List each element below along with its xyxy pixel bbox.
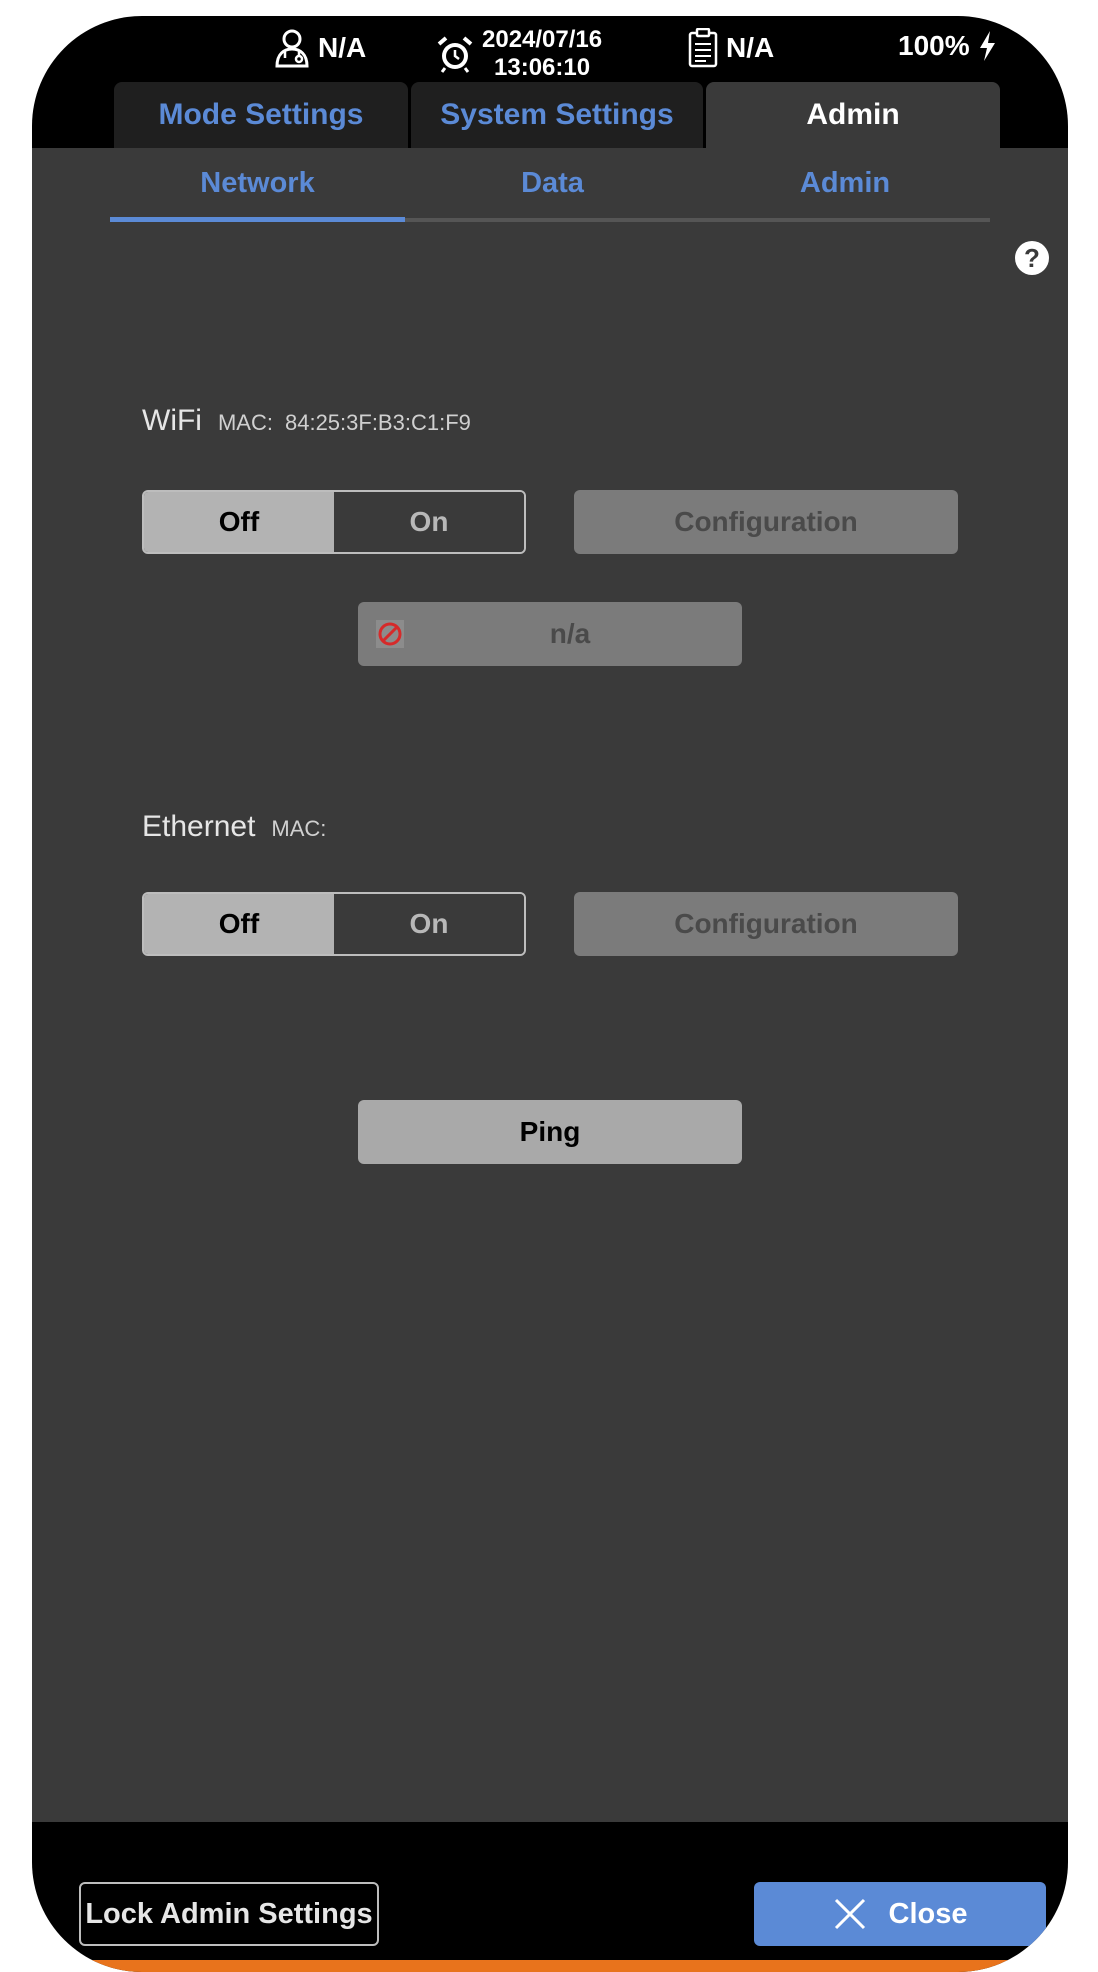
ban-icon	[376, 620, 404, 648]
subtab-data[interactable]: Data	[405, 148, 700, 218]
wifi-header: WiFi MAC: 84:25:3F:B3:C1:F9	[142, 404, 471, 438]
wifi-mac-label: MAC:	[217, 410, 273, 435]
ethernet-mac: MAC:	[271, 816, 338, 842]
status-time: 13:06:10	[494, 54, 591, 81]
lock-admin-settings-button[interactable]: Lock Admin Settings	[79, 1882, 379, 1946]
device-frame: N/A 2024/07/16 13:06:10 N/A 100% Mode Se…	[32, 16, 1068, 1972]
tab-system-settings[interactable]: System Settings	[411, 82, 703, 148]
clipboard-icon	[688, 28, 718, 68]
wifi-title: WiFi	[142, 404, 202, 437]
alarm-clock-icon	[437, 36, 473, 73]
ethernet-title: Ethernet	[142, 810, 256, 843]
subtab-network[interactable]: Network	[110, 148, 405, 218]
status-datetime: 2024/07/16 13:06:10	[482, 26, 602, 82]
status-record-value: N/A	[726, 32, 775, 63]
close-button[interactable]: Close	[754, 1882, 1046, 1946]
wifi-network-value: n/a	[549, 618, 591, 649]
status-battery: 100%	[898, 30, 996, 62]
ethernet-toggle: Off On	[142, 892, 526, 956]
wifi-toggle: Off On	[142, 490, 526, 554]
charging-bolt-icon	[979, 31, 995, 61]
ethernet-on-button[interactable]: On	[334, 894, 524, 954]
close-icon	[834, 1898, 865, 1930]
wifi-network-status[interactable]: n/a	[358, 602, 742, 666]
battery-percent: 100%	[898, 30, 970, 61]
ping-button[interactable]: Ping	[358, 1100, 742, 1164]
sub-tabs: Network Data Admin	[110, 148, 990, 222]
wifi-mac: MAC: 84:25:3F:B3:C1:F9	[218, 410, 471, 436]
status-alarm: 2024/07/16 13:06:10	[436, 26, 602, 82]
wifi-on-button[interactable]: On	[334, 492, 524, 552]
ethernet-mac-label: MAC:	[271, 816, 327, 841]
wifi-configuration-button[interactable]: Configuration	[574, 490, 958, 554]
admin-panel: Network Data Admin ? WiFi MAC: 84:25:3F:…	[32, 148, 1068, 1822]
ethernet-configuration-button[interactable]: Configuration	[574, 892, 958, 956]
close-label: Close	[888, 1897, 968, 1930]
status-bar: N/A 2024/07/16 13:06:10 N/A 100%	[32, 16, 1068, 81]
status-date: 2024/07/16	[482, 26, 603, 53]
tab-admin[interactable]: Admin	[706, 82, 1000, 148]
doctor-icon	[275, 29, 309, 68]
wifi-off-button[interactable]: Off	[144, 492, 334, 552]
top-tabs: Mode Settings System Settings Admin	[32, 82, 1068, 148]
ethernet-header: Ethernet MAC:	[142, 810, 338, 844]
tab-mode-settings[interactable]: Mode Settings	[114, 82, 408, 148]
help-icon[interactable]: ?	[1015, 241, 1049, 275]
ethernet-off-button[interactable]: Off	[144, 894, 334, 954]
wifi-mac-value: 84:25:3F:B3:C1:F9	[284, 410, 471, 435]
subtab-admin[interactable]: Admin	[700, 148, 990, 218]
status-user-value: N/A	[318, 32, 367, 63]
status-user: N/A	[274, 28, 366, 68]
subtab-active-indicator	[110, 217, 405, 222]
alert-strip	[32, 1960, 1068, 1972]
status-record: N/A	[688, 28, 774, 68]
